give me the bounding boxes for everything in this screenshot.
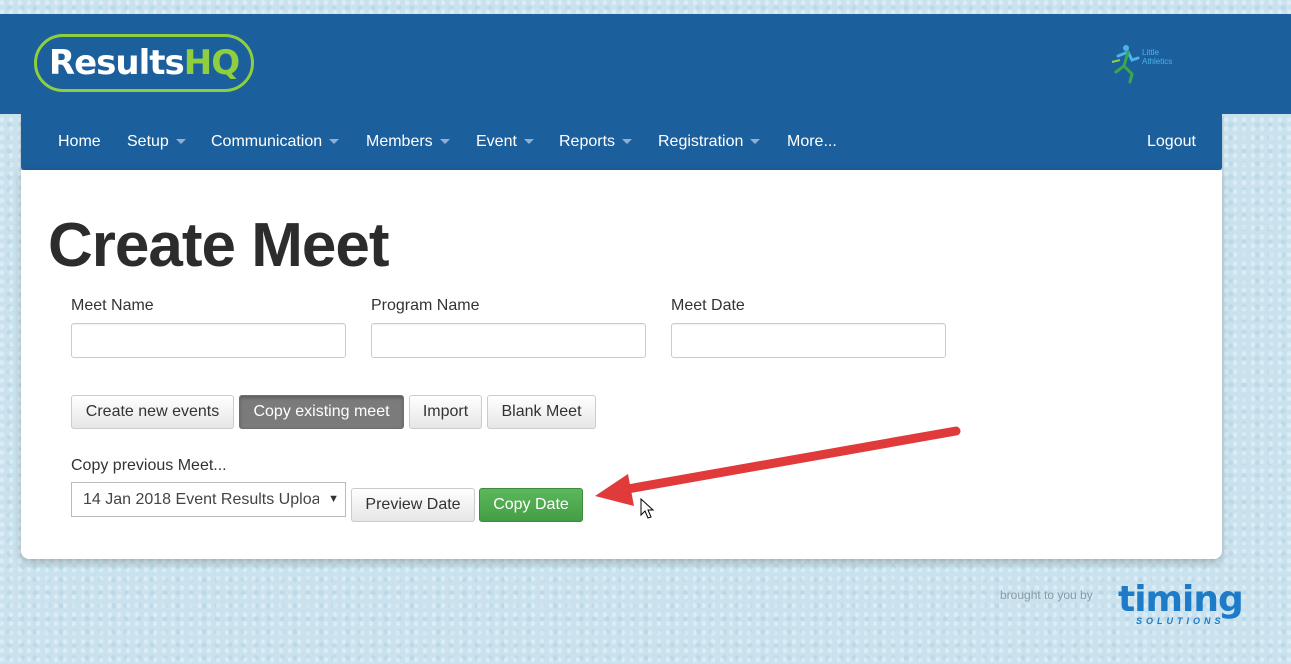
brought-to-you-by: brought to you by (1000, 588, 1093, 602)
caret-down-icon (622, 139, 633, 145)
logo-text-green: HQ (183, 43, 240, 83)
copy-date-button[interactable]: Copy Date (479, 488, 583, 522)
nav-reports[interactable]: Reports (559, 114, 633, 170)
nav-communication-label: Communication (211, 133, 323, 150)
timing-logo-text: timing (1118, 579, 1244, 620)
nav-setup[interactable]: Setup (127, 114, 186, 170)
nav-members-label: Members (366, 133, 433, 150)
main-nav: Home Setup Communication Members Event R… (21, 114, 1222, 170)
caret-down-icon (329, 139, 340, 145)
previous-meet-selected-value: 14 Jan 2018 Event Results Upload (83, 491, 319, 508)
nav-home-label: Home (58, 133, 101, 150)
previous-meet-select[interactable]: 14 Jan 2018 Event Results Upload ▼ (71, 482, 346, 517)
top-header: Results HQ Little Athletics (0, 14, 1291, 114)
page-title: Create Meet (48, 211, 389, 280)
preview-date-button[interactable]: Preview Date (351, 488, 475, 522)
nav-setup-label: Setup (127, 133, 169, 150)
copy-existing-meet-button[interactable]: Copy existing meet (239, 395, 404, 429)
partner-logo-text: Little Athletics (1142, 48, 1172, 66)
caret-down-icon (750, 139, 761, 145)
meet-name-label: Meet Name (71, 297, 154, 314)
nav-more-label: More... (787, 133, 837, 150)
timing-solutions-logo[interactable]: timing SOLUTIONS (1118, 582, 1248, 630)
logout-link[interactable]: Logout (1147, 114, 1196, 170)
caret-down-icon (175, 139, 186, 145)
athlete-figure-icon (1111, 45, 1140, 84)
resultshq-logo[interactable]: Results HQ (34, 34, 254, 92)
program-name-input[interactable] (371, 323, 646, 358)
nav-more[interactable]: More... (787, 114, 837, 170)
nav-members[interactable]: Members (366, 114, 450, 170)
caret-down-icon (523, 139, 534, 145)
nav-event[interactable]: Event (476, 114, 534, 170)
little-athletics-logo: Little Athletics (1108, 42, 1188, 84)
nav-registration-label: Registration (658, 133, 744, 150)
nav-event-label: Event (476, 133, 517, 150)
nav-registration[interactable]: Registration (658, 114, 761, 170)
mouse-cursor-icon (640, 498, 655, 519)
nav-communication[interactable]: Communication (211, 114, 340, 170)
meet-date-input[interactable] (671, 323, 946, 358)
logo-text-white: Results (48, 43, 185, 83)
caret-down-icon (439, 139, 450, 145)
logout-label: Logout (1147, 133, 1196, 150)
meet-name-input[interactable] (71, 323, 346, 358)
program-name-label: Program Name (371, 297, 480, 314)
nav-home[interactable]: Home (58, 114, 101, 170)
blank-meet-button[interactable]: Blank Meet (487, 395, 596, 429)
create-new-events-button[interactable]: Create new events (71, 395, 234, 429)
partner-logo-line1: Little (1142, 48, 1159, 57)
nav-reports-label: Reports (559, 133, 616, 150)
dropdown-arrow-icon: ▼ (328, 493, 339, 505)
meet-date-label: Meet Date (671, 297, 745, 314)
import-button[interactable]: Import (409, 395, 482, 429)
create-meet-panel: Create Meet Meet Name Program Name Meet … (21, 170, 1222, 559)
copy-previous-meet-label: Copy previous Meet... (71, 457, 227, 474)
solutions-logo-text: SOLUTIONS (1136, 616, 1225, 626)
partner-logo-line2: Athletics (1142, 57, 1173, 66)
